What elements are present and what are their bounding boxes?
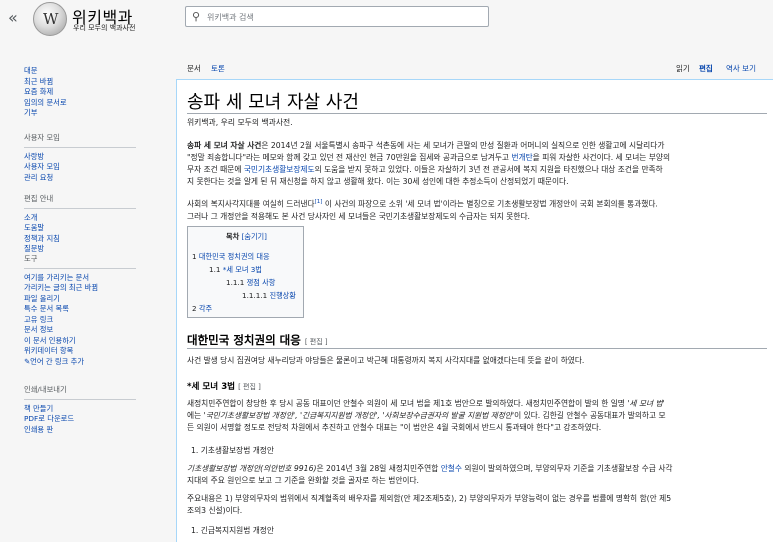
subsection-paragraph: 새정치민주연합이 창당한 후 당시 공동 대표이던 안철수 의원이 세 모녀 법… [187,399,666,432]
section-heading: 대한민국 정치권의 대응 [ 편집 ] [187,333,328,347]
link-basic-livelihood[interactable]: 국민기초생활보장제도 [244,165,315,174]
toc-title: 목차 [226,232,240,241]
divider [187,113,767,114]
divider [24,146,136,148]
sidebar-main-nav: 대문 최근 바뀜 요즘 화제 임의의 문서로 기부 [24,66,67,119]
sidebar-item[interactable]: 질문방 [24,244,136,255]
sidebar-item-random[interactable]: 임의의 문서로 [24,98,67,109]
wikipedia-globe-logo[interactable] [33,2,67,36]
site-tagline: 우리 모두의 백과사전 [73,24,136,32]
section-edit-link[interactable]: [ 편집 ] [238,383,261,391]
sidebar-item[interactable]: 사용자 모임 [24,162,136,173]
toc-item[interactable]: 1.1 *세 모녀 3법 [209,265,262,275]
sidebar-item-current-events[interactable]: 요즘 화제 [24,87,67,98]
subsection-paragraph: 주요내용은 1) 부양의무자의 범위에서 직계혈족의 배우자를 제외함(안 제2… [187,494,672,515]
list-item: 1. 긴급복지지원법 개정안 [191,526,274,535]
page-title: 송파 세 모녀 자살 사건 [187,92,359,113]
divider [187,348,767,349]
site-subtitle: 위키백과, 우리 모두의 백과사전. [187,118,293,127]
tab-edit[interactable]: 편집 [699,58,713,80]
intro-paragraph-1: 송파 세 모녀 자살 사건은 2014년 2월 서울특별시 송파구 석촌동에 사… [187,141,671,186]
search-input[interactable]: ⚲ 위키백과 검색 [185,6,489,27]
intro-paragraph-2: 사회의 복지사각지대를 여실히 드러낸다[1] 이 사건의 파장으로 소위 '세… [187,199,658,221]
link-charcoal[interactable]: 번개탄 [511,153,532,162]
toc-header: 목차 [숨기기] [188,232,305,242]
sidebar-item[interactable]: 특수 문서 목록 [24,304,136,315]
sidebar-item[interactable]: 고유 링크 [24,315,136,326]
sidebar-item[interactable]: 이 문서 인용하기 [24,336,136,347]
sidebar-item[interactable]: 소개 [24,213,136,224]
sidebar-heading: 인쇄/내보내기 [24,385,67,394]
sidebar-community: 사용자 모임 사랑방 사용자 모임 관리 요청 [24,133,136,183]
search-icon: ⚲ [192,10,201,23]
sidebar-item-add-interlanguage[interactable]: ✎언어 간 링크 추가 [24,357,136,368]
link-ahn-cheol-soo[interactable]: 안철수 [441,464,462,473]
divider [24,207,136,209]
sidebar-item-recent-changes[interactable]: 최근 바뀜 [24,77,67,88]
divider [24,398,136,400]
toc-item[interactable]: 1.1.1.1 진행상황 [242,291,296,301]
sidebar-print: 인쇄/내보내기 책 만들기 PDF로 다운로드 인쇄용 판 [24,385,136,435]
sidebar-item[interactable]: 위키데이터 항목 [24,346,136,357]
section-paragraph: 사건 발생 당시 집권여당 새누리당과 야당들은 물론이고 박근혜 대통령까지 … [187,356,585,365]
sidebar-item-donate[interactable]: 기부 [24,108,67,119]
toc-item[interactable]: 2 각주 [192,304,212,314]
sidebar-item[interactable]: 파일 올리기 [24,294,136,305]
sidebar-item[interactable]: 사랑방 [24,152,136,163]
article-content: 송파 세 모녀 자살 사건 위키백과, 우리 모두의 백과사전. 송파 세 모녀… [176,79,773,542]
sidebar-item[interactable]: 관리 요청 [24,173,136,184]
sidebar: 대문 최근 바뀜 요즘 화제 임의의 문서로 기부 사용자 모임 사랑방 사용자… [0,40,155,542]
divider [24,267,136,269]
section-edit-link[interactable]: [ 편집 ] [305,338,328,346]
list-item: 1. 기초생활보장법 개정안 [191,446,274,455]
sidebar-item[interactable]: 도움말 [24,223,136,234]
sidebar-item[interactable]: 문서 정보 [24,325,136,336]
subsection-paragraph: 기초생활보장법 개정안(의안번호 9916)은 2014년 3월 28일 새정치… [187,464,673,485]
sidebar-item[interactable]: 여기를 가리키는 문서 [24,273,136,284]
article-subject: 송파 세 모녀 자살 사건 [187,141,262,150]
page-tabs: 문서 토론 읽기 편집 역사 보기 [184,58,773,80]
sidebar-item[interactable]: PDF로 다운로드 [24,414,136,425]
sidebar-item[interactable]: 가리키는 글의 최근 바뀜 [24,283,136,294]
sidebar-tools: 도구 여기를 가리키는 문서 가리키는 글의 최근 바뀜 파일 올리기 특수 문… [24,254,136,367]
sidebar-item-main-page[interactable]: 대문 [24,66,67,77]
sidebar-item[interactable]: 인쇄용 판 [24,425,136,436]
toc-item[interactable]: 1.1.1 쟁점 사항 [226,278,275,288]
sidebar-heading: 도구 [24,254,38,263]
search-placeholder: 위키백과 검색 [207,13,254,22]
tab-article[interactable]: 문서 [187,58,201,80]
toc-toggle[interactable]: [숨기기] [242,232,267,241]
table-of-contents: 목차 [숨기기] 1 대한민국 정치권의 대응 1.1 *세 모녀 3법 1.1… [187,226,304,318]
page-header: « 위키백과 우리 모두의 백과사전 ⚲ 위키백과 검색 [0,0,773,40]
tab-talk[interactable]: 토론 [211,58,225,80]
sidebar-heading: 사용자 모임 [24,133,60,142]
collapse-sidebar-icon[interactable]: « [8,8,18,27]
tab-history[interactable]: 역사 보기 [726,58,756,80]
tab-read[interactable]: 읽기 [676,58,690,80]
sidebar-item[interactable]: 책 만들기 [24,404,136,415]
sidebar-help: 편집 안내 소개 도움말 정책과 지침 질문방 [24,194,136,255]
toc-item[interactable]: 1 대한민국 정치권의 대응 [192,252,270,262]
subsection-heading: *세 모녀 3법 [ 편집 ] [187,382,261,392]
sidebar-heading: 편집 안내 [24,194,54,203]
sidebar-item[interactable]: 정책과 지침 [24,234,136,245]
